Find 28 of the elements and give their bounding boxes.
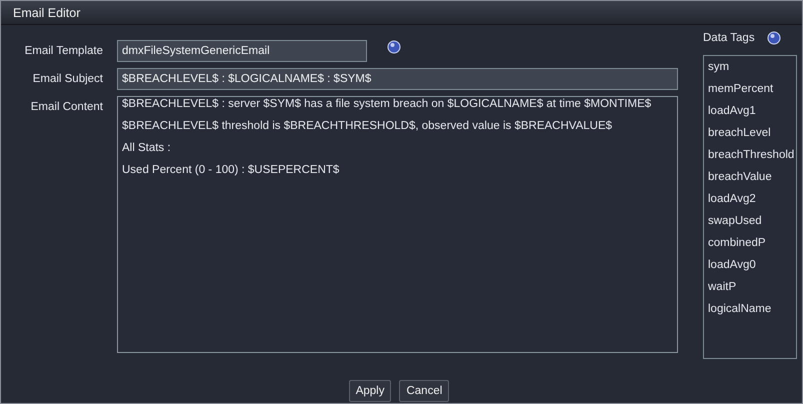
data-tag-item[interactable]: combinedP	[708, 235, 796, 257]
content-line: Used Percent (0 - 100) : $USEPERCENT$	[122, 165, 340, 176]
help-icon[interactable]	[387, 40, 401, 54]
data-tag-item[interactable]: loadAvg2	[708, 191, 796, 213]
content-field[interactable]	[117, 96, 678, 353]
apply-button[interactable]: Apply	[348, 380, 392, 402]
data-tag-item[interactable]: breachThreshold	[708, 147, 796, 169]
field-label: Email Content	[30, 100, 104, 115]
help-icon[interactable]	[766, 31, 781, 45]
content-line: $BREACHLEVEL$ : server $SYM$ has a file system breach on $LOGICALNAME$ at time $MONTIME$	[122, 99, 652, 110]
content-line: $BREACHLEVEL$ threshold is $BREACHTHRESHOLD$, observed value is $BREACHVALUE$	[122, 121, 614, 132]
data-tag-item[interactable]: breachValue	[708, 169, 796, 191]
window-title: Email Editor	[13, 6, 80, 20]
data-tag-item[interactable]: sym	[708, 59, 796, 81]
field-label: Email Template	[24, 44, 104, 59]
template-field[interactable]: dmxFileSystemGenericEmail	[117, 40, 367, 62]
data-tag-item[interactable]: loadAvg0	[708, 257, 796, 279]
data-tag-item[interactable]: breachLevel	[708, 125, 796, 147]
data-tag-item[interactable]: memPercent	[708, 81, 796, 103]
data-tag-item[interactable]: swapUsed	[708, 213, 796, 235]
cancel-button[interactable]: Cancel	[399, 380, 450, 402]
data-tag-item[interactable]: waitP	[708, 279, 796, 301]
data-tags-label: Data Tags	[703, 32, 755, 44]
content-line: All Stats :	[122, 143, 172, 154]
field-label: Email Subject	[32, 72, 104, 87]
data-tag-item[interactable]: logicalName	[708, 301, 796, 323]
subject-field[interactable]: $BREACHLEVEL$ : $LOGICALNAME$ : $SYM$	[117, 68, 678, 90]
data-tag-item[interactable]: loadAvg1	[708, 103, 796, 125]
